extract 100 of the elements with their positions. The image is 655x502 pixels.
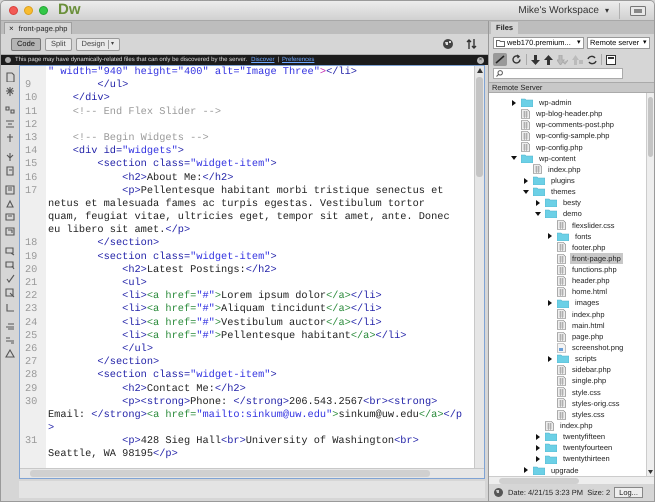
- vertical-scrollbar[interactable]: [474, 66, 484, 468]
- code-tag: </h2>: [202, 172, 234, 185]
- sync-icon[interactable]: [587, 54, 597, 64]
- code-text: About Me:: [146, 172, 202, 185]
- expand-arrow-icon[interactable]: [547, 233, 553, 240]
- code-tool-icon[interactable]: [5, 227, 15, 237]
- code-tag: </section>: [48, 237, 160, 251]
- collapse-arrow-icon[interactable]: [511, 155, 517, 162]
- code-tag: >: [178, 145, 184, 158]
- code-string: "#": [196, 290, 215, 304]
- scroll-up-icon[interactable]: [476, 68, 482, 73]
- code-tool-icon[interactable]: [5, 246, 15, 256]
- expand-arrow-icon[interactable]: [535, 200, 541, 206]
- code-tool-icon[interactable]: [5, 213, 15, 223]
- code-tag: <br>: [221, 435, 246, 448]
- globe-icon[interactable]: [493, 487, 504, 498]
- line-number: 18: [25, 237, 38, 250]
- code-text: netus et malesuada fames ac turpis egestas. Vestibulum tortor: [48, 198, 425, 212]
- code-tag: <section class=: [48, 158, 190, 172]
- app-logo: Dw: [58, 1, 80, 20]
- code-tool-icon[interactable]: [5, 335, 15, 345]
- code-tool-icon[interactable]: [5, 349, 15, 359]
- code-tag: </ul>: [48, 342, 154, 356]
- code-tool-icon[interactable]: [5, 274, 15, 284]
- code-tool-icon[interactable]: [5, 119, 15, 129]
- code-link-tag: </a>: [326, 290, 351, 304]
- code-file-icon: [557, 309, 566, 320]
- scrollbar-thumb[interactable]: [499, 478, 579, 484]
- code-tool-icon[interactable]: [5, 185, 15, 195]
- sort-arrows-icon[interactable]: [466, 38, 478, 50]
- expand-arrow-icon[interactable]: [523, 178, 529, 184]
- code-text: Pellentesque habitant: [221, 330, 351, 343]
- code-tool-icon[interactable]: [5, 199, 15, 209]
- code-tool-icon[interactable]: [5, 133, 15, 143]
- code-tool-icon[interactable]: [5, 166, 15, 176]
- code-tag: <li>: [48, 316, 147, 330]
- code-tool-icon[interactable]: [5, 86, 15, 96]
- folder-icon: [545, 209, 557, 218]
- code-tag: <h2>: [48, 382, 147, 396]
- search-icon: [496, 70, 503, 77]
- expand-arrow-icon[interactable]: [547, 300, 553, 306]
- folder-icon: [496, 40, 505, 46]
- code-tool-icon[interactable]: [5, 105, 15, 115]
- search-field[interactable]: [493, 68, 623, 79]
- code-tool-icon[interactable]: [5, 152, 15, 162]
- line-number: 21: [25, 277, 38, 289]
- folder-icon: [533, 176, 545, 186]
- expand-arrow-icon[interactable]: [511, 100, 517, 106]
- code-file-icon: [557, 320, 566, 330]
- close-window-icon[interactable]: [9, 6, 18, 15]
- workspace-dropdown[interactable]: Mike's Workspace ▾: [518, 3, 609, 18]
- code-text: University of Washington: [246, 435, 394, 448]
- code-tool-icon[interactable]: [5, 321, 15, 331]
- close-tab-icon[interactable]: ×: [9, 22, 14, 34]
- down-arrow-icon[interactable]: [531, 54, 540, 64]
- code-link-tag: <a href=: [146, 316, 196, 330]
- line-number: 12: [25, 118, 38, 131]
- up-arrow-icon[interactable]: [544, 54, 553, 64]
- image-file-icon: [557, 342, 566, 353]
- horizontal-scrollbar[interactable]: [20, 468, 484, 478]
- code-file-icon: [557, 364, 566, 375]
- expand-arrow-icon[interactable]: [547, 356, 553, 362]
- code-tag: </li>: [350, 290, 382, 304]
- zoom-window-icon[interactable]: [39, 6, 48, 15]
- line-number: 11: [25, 106, 38, 118]
- line-number: 9: [25, 79, 32, 92]
- expand-arrow-icon[interactable]: [535, 444, 541, 451]
- code-file-icon: [533, 164, 542, 174]
- code-string: "widgets": [122, 145, 178, 158]
- code-tag: <section class=: [48, 250, 190, 264]
- line-number: 10: [25, 92, 38, 104]
- vertical-scrollbar[interactable]: [646, 93, 654, 476]
- check-out-icon[interactable]: [557, 54, 568, 64]
- code-file-icon: [521, 142, 530, 152]
- code-tool-icon[interactable]: [5, 260, 15, 270]
- code-tag: </p>: [153, 448, 178, 462]
- scrollbar-thumb[interactable]: [30, 470, 430, 477]
- horizontal-scrollbar[interactable]: [489, 476, 654, 484]
- scrollbar-thumb[interactable]: [648, 97, 653, 157]
- collapse-arrow-icon[interactable]: [523, 188, 529, 195]
- code-link-tag: <a href=: [146, 290, 196, 304]
- code-bracket: >: [320, 66, 326, 80]
- refresh-icon[interactable]: [511, 54, 522, 65]
- scrollbar-thumb[interactable]: [476, 77, 483, 177]
- code-text: Lorem ipsum dolor: [221, 290, 326, 304]
- code-tag: </li>: [376, 330, 406, 343]
- expand-arrow-icon[interactable]: [535, 434, 541, 440]
- scroll-down-icon[interactable]: [648, 470, 653, 474]
- expand-arrow-icon[interactable]: [523, 467, 529, 474]
- line-number: 20: [25, 264, 38, 276]
- code-tool-icon[interactable]: [5, 288, 15, 298]
- code-tool-icon[interactable]: [5, 302, 15, 312]
- code-tool-icon[interactable]: [5, 72, 15, 82]
- expand-arrow-icon[interactable]: [535, 456, 541, 462]
- code-tag: <h2>: [48, 172, 147, 185]
- code-string: " width="940" height="400" alt="Image Three": [48, 66, 320, 80]
- collapse-arrow-icon[interactable]: [535, 210, 541, 217]
- code-string: "widget-item": [190, 369, 270, 382]
- globe-icon[interactable]: [442, 38, 454, 50]
- line-number: 15: [25, 158, 38, 170]
